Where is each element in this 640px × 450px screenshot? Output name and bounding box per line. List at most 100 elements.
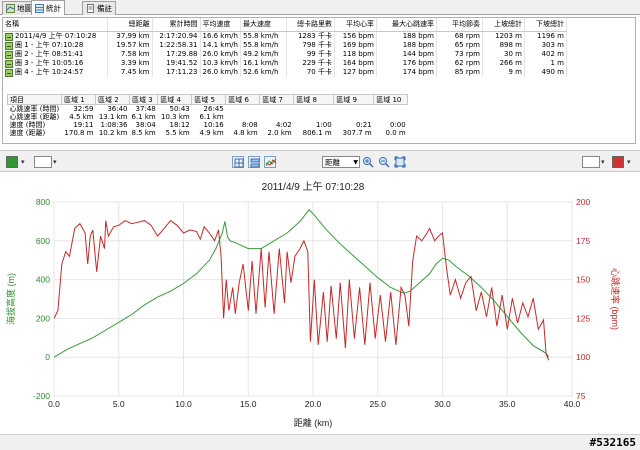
col-descent[interactable]: 下坡總計 (524, 18, 567, 32)
zone-row-label: 速度 (距離) (9, 129, 46, 137)
lap-row-2[interactable]: 圈 2 - 上午 08:51:41 7.58 km 17:29.88 26.0 … (3, 50, 567, 59)
zone-col-3[interactable]: 區域 3 (128, 94, 159, 105)
lap-time: 17:29.88 (152, 50, 201, 59)
lap-name: 圈 2 - 上午 08:51:41 (15, 50, 84, 58)
zone-cell: 0.0 m (385, 129, 406, 137)
col-time[interactable]: 累計時間 (152, 18, 201, 32)
zone-col-10[interactable]: 區域 10 (373, 94, 409, 105)
right-series-select[interactable] (582, 156, 600, 168)
x-axis-select[interactable]: 距離 ▼ (322, 156, 360, 168)
grid-view-icon[interactable] (232, 156, 244, 168)
tab-stats-label: 統計 (46, 3, 61, 13)
zone-col-9[interactable]: 區域 9 (333, 94, 375, 105)
zone-cell: 6.1 km (199, 113, 224, 121)
col-avg-speed[interactable]: 平均速度 (200, 18, 241, 32)
right-y-tick-label: 100 (576, 352, 590, 362)
lap-row-1[interactable]: 圈 1 - 上午 07:10:28 19.57 km 1:22:58.31 14… (3, 41, 567, 50)
lap-row-4[interactable]: 圈 4 - 上午 10:24:57 7.45 km 17:11.23 26.0 … (3, 68, 567, 77)
x-tick-label: 25.0 (369, 399, 386, 409)
left-series-select[interactable] (34, 156, 52, 168)
zone-cell (260, 105, 294, 114)
col-avg-hr[interactable]: 平均心率 (334, 18, 377, 32)
zone-cell: 8:08 (242, 121, 258, 129)
chevron-down-icon[interactable]: ▾ (21, 155, 29, 169)
left-y-tick-label: 800 (36, 197, 50, 207)
stats-panel: 名稱 總距離 累計時間 平均速度 最大速度 總卡路里數 平均心率 最大心跳速率 … (2, 17, 636, 144)
watermark-text: #532165 (589, 436, 636, 449)
right-y-tick-label: 150 (576, 275, 590, 285)
zone-col-6[interactable]: 區域 6 (225, 94, 261, 105)
lap-descent: 303 m (524, 41, 567, 50)
lap-max-hr: 144 bpm (376, 50, 437, 59)
zoom-in-icon[interactable] (362, 156, 374, 168)
lap-row-total[interactable]: 2011/4/9 上午 07:10:28 37.99 km 2:17:20.94… (3, 31, 567, 41)
zone-col-4[interactable]: 區域 4 (157, 94, 193, 105)
zone-col-2[interactable]: 區域 2 (95, 94, 130, 105)
graph-toolbar: ▾ ▾ 距離 ▼ ▾ ▾ (0, 150, 640, 172)
lap-max-hr: 174 bpm (376, 68, 437, 77)
zone-col-item[interactable]: 項目 (7, 94, 62, 105)
zoom-fit-icon[interactable] (394, 156, 406, 168)
zone-col-8[interactable]: 區域 8 (293, 94, 335, 105)
chart-canvas: 2011/4/9 上午 07:10:28 距離 (km) 海拔高度 (m) 心跳… (5, 180, 621, 428)
zone-cell (334, 113, 374, 121)
chevron-down-icon[interactable]: ▾ (627, 155, 635, 169)
zoom-out-icon[interactable] (378, 156, 390, 168)
lap-ascent: 30 m (482, 50, 525, 59)
chevron-down-icon[interactable]: ▾ (53, 155, 61, 169)
left-axis-label: 海拔高度 (m) (5, 273, 16, 325)
col-cadence[interactable]: 平均節奏 (436, 18, 483, 32)
zone-cell: 50:43 (169, 105, 190, 113)
elevation-hr-chart[interactable]: 2011/4/9 上午 07:10:28 距離 (km) 海拔高度 (m) 心跳… (0, 174, 640, 434)
zone-row-label: 心跳速率 (時間) (9, 105, 60, 113)
lap-row-3[interactable]: 圈 3 - 上午 10:05:16 3.39 km 19:41.52 10.3 … (3, 59, 567, 68)
zone-col-1[interactable]: 區域 1 (61, 94, 96, 105)
lap-cadence: 68 rpm (436, 31, 483, 41)
col-ascent[interactable]: 上坡總計 (482, 18, 525, 32)
col-max-speed[interactable]: 最大速度 (240, 18, 287, 32)
zone-col-7[interactable]: 區域 7 (259, 94, 295, 105)
lap-distance: 19.57 km (107, 41, 153, 50)
left-y-tick-label: 600 (36, 236, 50, 246)
lap-ascent: 1203 m (482, 31, 525, 41)
lap-max-speed: 55.8 km/h (240, 31, 287, 41)
zone-row: 心跳速率 (時間) 32:59 36:40 37:48 50:43 26:45 (8, 105, 408, 114)
lap-avg-hr: 127 bpm (334, 68, 377, 77)
stacked-view-icon[interactable] (248, 156, 260, 168)
right-series-color-button[interactable] (612, 156, 624, 168)
col-name[interactable]: 名稱 (3, 18, 108, 32)
lap-icon (5, 41, 13, 50)
lap-descent: 402 m (524, 50, 567, 59)
x-tick-label: 35.0 (499, 399, 516, 409)
lap-distance: 3.39 km (107, 59, 153, 68)
line-chart-icon[interactable] (264, 156, 277, 168)
right-y-tick-label: 200 (576, 197, 590, 207)
zone-cell: 19:11 (73, 121, 94, 129)
zone-cell (334, 105, 374, 114)
tab-notes[interactable]: 備註 (82, 1, 116, 15)
zones-table: 項目 區域 1 區域 2 區域 3 區域 4 區域 5 區域 6 區域 7 區域… (7, 94, 409, 137)
zone-cell (374, 105, 408, 114)
zone-cell: 170.8 m (64, 129, 94, 137)
col-calories[interactable]: 總卡路里數 (286, 18, 335, 32)
zone-cell: 37:48 (135, 105, 156, 113)
zone-cell (374, 113, 408, 121)
lap-name-cell: 2011/4/9 上午 07:10:28 (3, 31, 108, 41)
chevron-down-icon[interactable]: ▾ (601, 155, 609, 169)
x-tick-label: 30.0 (434, 399, 451, 409)
zone-cell: 1:00 (316, 121, 332, 129)
zone-cell (226, 113, 260, 121)
lap-icon (5, 59, 13, 68)
zone-cell: 10:16 (203, 121, 224, 129)
chart-title: 2011/4/9 上午 07:10:28 (262, 180, 365, 193)
left-series-color-button[interactable] (6, 156, 18, 168)
lap-max-hr: 188 bpm (376, 31, 437, 41)
zone-cell: 13.1 km (98, 113, 128, 121)
col-distance[interactable]: 總距離 (107, 18, 153, 32)
col-max-hr[interactable]: 最大心跳速率 (376, 18, 437, 32)
left-y-tick-label: 400 (36, 275, 50, 285)
tab-stats[interactable]: 統計 (31, 0, 65, 15)
zone-col-5[interactable]: 區域 5 (191, 94, 227, 105)
lap-descent: 1 m (524, 59, 567, 68)
lap-ascent: 266 m (482, 59, 525, 68)
